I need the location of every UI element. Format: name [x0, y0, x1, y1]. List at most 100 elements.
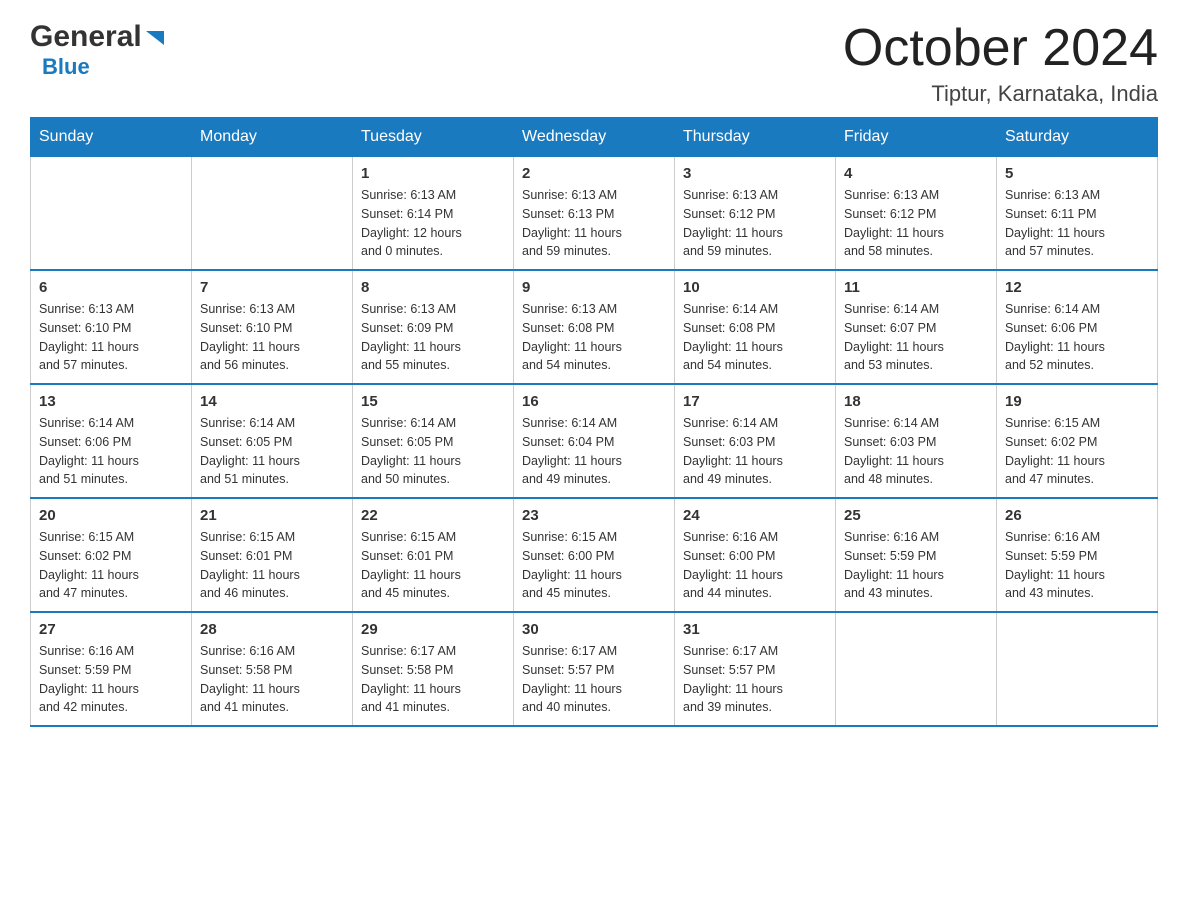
day-info: Sunrise: 6:14 AMSunset: 6:07 PMDaylight:…	[844, 300, 988, 375]
logo: General Blue	[30, 20, 166, 80]
day-info: Sunrise: 6:13 AMSunset: 6:10 PMDaylight:…	[200, 300, 344, 375]
calendar-header: SundayMondayTuesdayWednesdayThursdayFrid…	[31, 118, 1158, 157]
weekday-header-row: SundayMondayTuesdayWednesdayThursdayFrid…	[31, 118, 1158, 157]
calendar-cell: 21 Sunrise: 6:15 AMSunset: 6:01 PMDayligh…	[192, 498, 353, 612]
calendar-cell: 5Sunrise: 6:13 AMSunset: 6:11 PMDaylight…	[997, 157, 1158, 271]
calendar-cell: 27 Sunrise: 6:16 AMSunset: 5:59 PMDayligh…	[31, 612, 192, 726]
day-info: Sunrise: 6:14 AMSunset: 6:05 PMDaylight:…	[200, 414, 344, 489]
calendar-week-2: 6 Sunrise: 6:13 AMSunset: 6:10 PMDaylight…	[31, 270, 1158, 384]
day-info: Sunrise: 6:13 AMSunset: 6:12 PMDaylight:…	[683, 186, 827, 261]
day-number: 28	[200, 621, 344, 638]
weekday-header-wednesday: Wednesday	[514, 118, 675, 157]
day-info: Sunrise: 6:13 AMSunset: 6:10 PMDaylight:…	[39, 300, 183, 375]
calendar-cell: 15 Sunrise: 6:14 AMSunset: 6:05 PMDayligh…	[353, 384, 514, 498]
weekday-header-tuesday: Tuesday	[353, 118, 514, 157]
calendar-cell: 11 Sunrise: 6:14 AMSunset: 6:07 PMDayligh…	[836, 270, 997, 384]
calendar-cell: 22Sunrise: 6:15 AMSunset: 6:01 PMDayligh…	[353, 498, 514, 612]
calendar-cell: 29 Sunrise: 6:17 AMSunset: 5:58 PMDayligh…	[353, 612, 514, 726]
calendar-cell: 1 Sunrise: 6:13 AMSunset: 6:14 PMDaylight…	[353, 157, 514, 271]
calendar-cell: 18Sunrise: 6:14 AMSunset: 6:03 PMDayligh…	[836, 384, 997, 498]
day-info: Sunrise: 6:13 AMSunset: 6:14 PMDaylight:…	[361, 186, 505, 261]
day-info: Sunrise: 6:14 AMSunset: 6:05 PMDaylight:…	[361, 414, 505, 489]
calendar-cell: 9 Sunrise: 6:13 AMSunset: 6:08 PMDaylight…	[514, 270, 675, 384]
calendar-week-1: 1 Sunrise: 6:13 AMSunset: 6:14 PMDaylight…	[31, 157, 1158, 271]
day-number: 1	[361, 165, 505, 182]
day-info: Sunrise: 6:14 AMSunset: 6:08 PMDaylight:…	[683, 300, 827, 375]
day-number: 11	[844, 279, 988, 296]
day-number: 27	[39, 621, 183, 638]
day-info: Sunrise: 6:17 AMSunset: 5:57 PMDaylight:…	[522, 642, 666, 717]
logo-triangle-icon	[144, 27, 166, 49]
calendar-cell	[192, 157, 353, 271]
day-number: 20	[39, 507, 183, 524]
day-number: 23	[522, 507, 666, 524]
day-number: 10	[683, 279, 827, 296]
calendar-week-4: 20 Sunrise: 6:15 AMSunset: 6:02 PMDayligh…	[31, 498, 1158, 612]
day-info: Sunrise: 6:14 AMSunset: 6:04 PMDaylight:…	[522, 414, 666, 489]
calendar-cell: 25Sunrise: 6:16 AMSunset: 5:59 PMDayligh…	[836, 498, 997, 612]
calendar-cell: 10 Sunrise: 6:14 AMSunset: 6:08 PMDayligh…	[675, 270, 836, 384]
day-number: 4	[844, 165, 988, 182]
calendar-cell: 23 Sunrise: 6:15 AMSunset: 6:00 PMDayligh…	[514, 498, 675, 612]
day-number: 22	[361, 507, 505, 524]
day-number: 6	[39, 279, 183, 296]
day-info: Sunrise: 6:15 AMSunset: 6:02 PMDaylight:…	[1005, 414, 1149, 489]
day-info: Sunrise: 6:14 AMSunset: 6:06 PMDaylight:…	[39, 414, 183, 489]
day-info: Sunrise: 6:13 AMSunset: 6:12 PMDaylight:…	[844, 186, 988, 261]
weekday-header-monday: Monday	[192, 118, 353, 157]
day-number: 14	[200, 393, 344, 410]
day-number: 15	[361, 393, 505, 410]
day-info: Sunrise: 6:13 AMSunset: 6:13 PMDaylight:…	[522, 186, 666, 261]
day-number: 17	[683, 393, 827, 410]
day-number: 9	[522, 279, 666, 296]
day-info: Sunrise: 6:14 AMSunset: 6:06 PMDaylight:…	[1005, 300, 1149, 375]
day-info: Sunrise: 6:15 AMSunset: 6:02 PMDaylight:…	[39, 528, 183, 603]
logo-blue-text: Blue	[42, 54, 90, 79]
day-number: 18	[844, 393, 988, 410]
day-number: 31	[683, 621, 827, 638]
day-info: Sunrise: 6:15 AMSunset: 6:01 PMDaylight:…	[200, 528, 344, 603]
calendar-cell: 17 Sunrise: 6:14 AMSunset: 6:03 PMDayligh…	[675, 384, 836, 498]
day-number: 3	[683, 165, 827, 182]
calendar-week-3: 13Sunrise: 6:14 AMSunset: 6:06 PMDayligh…	[31, 384, 1158, 498]
day-info: Sunrise: 6:13 AMSunset: 6:08 PMDaylight:…	[522, 300, 666, 375]
calendar-cell: 13Sunrise: 6:14 AMSunset: 6:06 PMDayligh…	[31, 384, 192, 498]
day-info: Sunrise: 6:16 AMSunset: 5:59 PMDaylight:…	[39, 642, 183, 717]
page-subtitle: Tiptur, Karnataka, India	[843, 81, 1158, 107]
day-info: Sunrise: 6:15 AMSunset: 6:00 PMDaylight:…	[522, 528, 666, 603]
calendar-cell: 28 Sunrise: 6:16 AMSunset: 5:58 PMDayligh…	[192, 612, 353, 726]
weekday-header-saturday: Saturday	[997, 118, 1158, 157]
calendar-cell: 7 Sunrise: 6:13 AMSunset: 6:10 PMDaylight…	[192, 270, 353, 384]
day-info: Sunrise: 6:16 AMSunset: 5:58 PMDaylight:…	[200, 642, 344, 717]
day-number: 12	[1005, 279, 1149, 296]
calendar-cell: 19 Sunrise: 6:15 AMSunset: 6:02 PMDayligh…	[997, 384, 1158, 498]
logo-general-text: General	[30, 20, 142, 54]
day-number: 7	[200, 279, 344, 296]
calendar-cell	[31, 157, 192, 271]
day-info: Sunrise: 6:14 AMSunset: 6:03 PMDaylight:…	[683, 414, 827, 489]
calendar-cell: 14 Sunrise: 6:14 AMSunset: 6:05 PMDayligh…	[192, 384, 353, 498]
day-number: 19	[1005, 393, 1149, 410]
title-block: October 2024 Tiptur, Karnataka, India	[843, 20, 1158, 107]
day-number: 21	[200, 507, 344, 524]
day-number: 8	[361, 279, 505, 296]
day-number: 29	[361, 621, 505, 638]
calendar-cell: 8Sunrise: 6:13 AMSunset: 6:09 PMDaylight…	[353, 270, 514, 384]
day-info: Sunrise: 6:17 AMSunset: 5:58 PMDaylight:…	[361, 642, 505, 717]
day-number: 24	[683, 507, 827, 524]
day-number: 2	[522, 165, 666, 182]
weekday-header-friday: Friday	[836, 118, 997, 157]
calendar-body: 1 Sunrise: 6:13 AMSunset: 6:14 PMDaylight…	[31, 157, 1158, 727]
calendar-cell: 30Sunrise: 6:17 AMSunset: 5:57 PMDayligh…	[514, 612, 675, 726]
calendar-cell: 3 Sunrise: 6:13 AMSunset: 6:12 PMDaylight…	[675, 157, 836, 271]
calendar-cell: 26Sunrise: 6:16 AMSunset: 5:59 PMDayligh…	[997, 498, 1158, 612]
day-info: Sunrise: 6:16 AMSunset: 5:59 PMDaylight:…	[844, 528, 988, 603]
calendar-cell: 12 Sunrise: 6:14 AMSunset: 6:06 PMDayligh…	[997, 270, 1158, 384]
calendar-cell: 24Sunrise: 6:16 AMSunset: 6:00 PMDayligh…	[675, 498, 836, 612]
calendar-cell: 16 Sunrise: 6:14 AMSunset: 6:04 PMDayligh…	[514, 384, 675, 498]
weekday-header-sunday: Sunday	[31, 118, 192, 157]
day-info: Sunrise: 6:17 AMSunset: 5:57 PMDaylight:…	[683, 642, 827, 717]
page-header: General Blue October 2024 Tiptur, Karnat…	[30, 20, 1158, 107]
day-number: 16	[522, 393, 666, 410]
calendar-cell: 2 Sunrise: 6:13 AMSunset: 6:13 PMDaylight…	[514, 157, 675, 271]
